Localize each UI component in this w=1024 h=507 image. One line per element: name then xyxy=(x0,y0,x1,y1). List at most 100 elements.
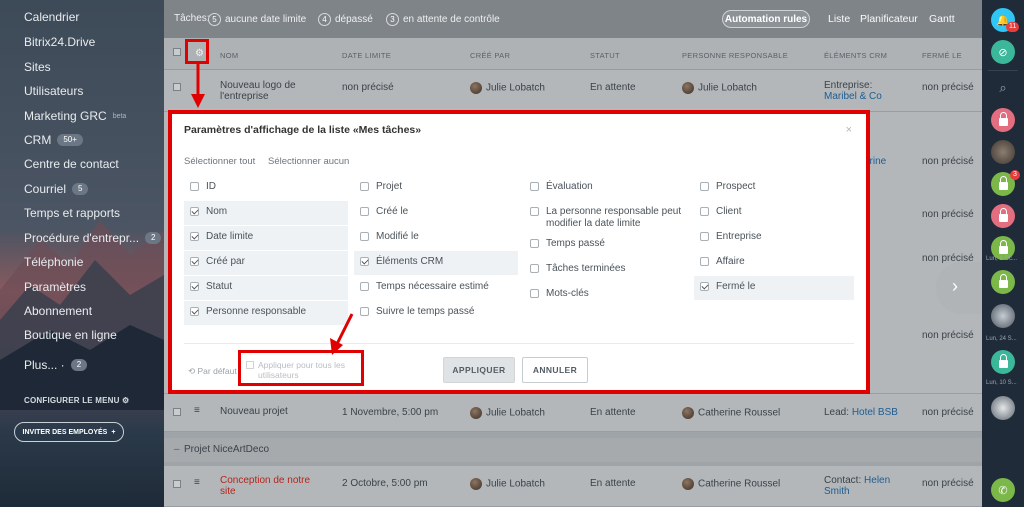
column-option[interactable]: Projet xyxy=(354,176,518,200)
automation-rules-button[interactable]: Automation rules xyxy=(722,10,810,28)
table-row[interactable]: ≡ Conception de notre site 2 Octobre, 5:… xyxy=(164,466,982,507)
search-icon[interactable]: ⌕ xyxy=(991,76,1015,100)
checkbox[interactable] xyxy=(700,207,709,216)
checkbox[interactable] xyxy=(190,182,199,191)
checkbox[interactable] xyxy=(360,307,369,316)
table-row[interactable]: Nouveau logo de l'entreprise non précisé… xyxy=(164,70,982,112)
lock-icon[interactable] xyxy=(991,204,1015,228)
col-header-deadline[interactable]: DATE LIMITE xyxy=(342,51,391,60)
task-responsible[interactable]: Catherine Roussel xyxy=(682,478,780,490)
configure-menu-link[interactable]: CONFIGURER LE MENU ⚙ xyxy=(24,396,129,405)
scroll-right-button[interactable]: › xyxy=(936,262,982,314)
checkbox[interactable] xyxy=(360,282,369,291)
sidebar-item-8[interactable]: Temps et rapports xyxy=(24,206,120,220)
task-crm[interactable]: Entreprise: Maribel & Co xyxy=(824,80,904,102)
checkbox[interactable] xyxy=(190,207,199,216)
col-header-crm[interactable]: ÉLÉMENTS CRM xyxy=(824,51,887,60)
column-option[interactable]: Client xyxy=(694,201,854,225)
col-header-closed[interactable]: FERMÉ LE xyxy=(922,51,962,60)
sidebar-item-6[interactable]: Centre de contact xyxy=(24,157,119,171)
lock-icon[interactable] xyxy=(991,350,1015,374)
status-icon[interactable]: ⊘ xyxy=(991,40,1015,64)
row-checkbox[interactable] xyxy=(173,83,181,91)
sidebar-item-0[interactable]: Calendrier xyxy=(24,10,79,24)
invite-employees-button[interactable]: INVITER DES EMPLOYÉS + xyxy=(14,422,124,442)
col-header-name[interactable]: NOM xyxy=(220,51,238,60)
checkbox[interactable] xyxy=(360,207,369,216)
task-creator[interactable]: Julie Lobatch xyxy=(470,407,545,419)
column-option[interactable]: Créé le xyxy=(354,201,518,225)
lock-icon[interactable] xyxy=(991,270,1015,294)
tab-gantt[interactable]: Gantt xyxy=(929,13,955,25)
task-crm[interactable]: Lead: Hotel BSB xyxy=(824,407,898,418)
column-option[interactable]: Évaluation xyxy=(524,176,688,200)
task-name-link[interactable]: Nouveau projet xyxy=(220,406,288,417)
checkbox[interactable] xyxy=(190,257,199,266)
collapse-icon[interactable]: – xyxy=(174,444,180,455)
column-option[interactable]: Personne responsable xyxy=(184,301,348,325)
sidebar-item-4[interactable]: Marketing GRC beta xyxy=(24,109,126,123)
column-option[interactable]: Suivre le temps passé xyxy=(354,301,518,325)
drag-handle-icon[interactable]: ≡ xyxy=(194,477,200,488)
checkbox[interactable] xyxy=(530,182,539,191)
column-option[interactable]: Modifié le xyxy=(354,226,518,250)
checkbox[interactable] xyxy=(360,257,369,266)
cancel-button[interactable]: ANNULER xyxy=(522,357,588,383)
sidebar-item-2[interactable]: Sites xyxy=(24,60,51,74)
column-option[interactable]: La personne responsable peut modifier la… xyxy=(524,201,688,235)
checkbox[interactable] xyxy=(530,289,539,298)
task-creator[interactable]: Julie Lobatch xyxy=(470,478,545,490)
row-checkbox[interactable] xyxy=(173,480,181,488)
task-responsible[interactable]: Catherine Roussel xyxy=(682,407,780,419)
sidebar-item-9[interactable]: Procédure d'entrepr... 2 xyxy=(24,231,162,245)
column-option[interactable]: Statut xyxy=(184,276,348,300)
task-name-link[interactable]: Conception de notre site xyxy=(220,475,315,497)
column-option[interactable]: Temps passé xyxy=(524,233,688,257)
column-option[interactable]: Prospect xyxy=(694,176,854,200)
sidebar-item-1[interactable]: Bitrix24.Drive xyxy=(24,35,95,49)
checkbox[interactable] xyxy=(190,282,199,291)
filter-no-deadline[interactable]: 5 aucune date limite xyxy=(208,13,306,26)
row-checkbox[interactable] xyxy=(173,408,181,416)
task-responsible[interactable]: Julie Lobatch xyxy=(682,82,757,94)
table-row[interactable]: ≡ Nouveau projet 1 Novembre, 5:00 pm Jul… xyxy=(164,394,982,432)
sidebar-item-7[interactable]: Courriel 5 xyxy=(24,182,89,196)
col-header-status[interactable]: STATUT xyxy=(590,51,620,60)
column-option[interactable]: Fermé le xyxy=(694,276,854,300)
checkbox[interactable] xyxy=(700,182,709,191)
avatar[interactable] xyxy=(991,140,1015,164)
checkbox[interactable] xyxy=(700,232,709,241)
checkbox[interactable] xyxy=(530,239,539,248)
group-row-project[interactable]: – Projet NiceArtDeco xyxy=(164,438,982,462)
column-option[interactable]: Éléments CRM xyxy=(354,251,518,275)
tab-list[interactable]: Liste xyxy=(828,13,850,25)
filter-overdue[interactable]: 4 dépassé xyxy=(318,13,373,26)
sidebar-item-14[interactable]: Plus... · 2 xyxy=(24,358,88,372)
column-option[interactable]: Nom xyxy=(184,201,348,225)
lock-icon[interactable] xyxy=(991,108,1015,132)
checkbox[interactable] xyxy=(700,257,709,266)
task-creator[interactable]: Julie Lobatch xyxy=(470,82,545,94)
column-option[interactable]: Affaire xyxy=(694,251,854,275)
checkbox[interactable] xyxy=(190,307,199,316)
apply-button[interactable]: APPLIQUER xyxy=(443,357,515,383)
avatar[interactable] xyxy=(991,304,1015,328)
drag-handle-icon[interactable]: ≡ xyxy=(194,405,200,416)
checkbox[interactable] xyxy=(700,282,709,291)
sidebar-item-5[interactable]: CRM 50+ xyxy=(24,133,83,147)
reset-default-link[interactable]: ⟲ Par défaut xyxy=(188,366,237,377)
sidebar-item-10[interactable]: Téléphonie xyxy=(24,255,83,269)
checkbox[interactable] xyxy=(530,264,539,273)
avatar[interactable] xyxy=(991,396,1015,420)
task-name-link[interactable]: Nouveau logo de l'entreprise xyxy=(220,80,310,102)
checkbox[interactable] xyxy=(190,232,199,241)
select-all-link[interactable]: Sélectionner tout xyxy=(184,156,255,167)
col-header-creator[interactable]: CRÉÉ PAR xyxy=(470,51,510,60)
column-option[interactable]: Date limite xyxy=(184,226,348,250)
sidebar-item-3[interactable]: Utilisateurs xyxy=(24,84,83,98)
tab-planner[interactable]: Planificateur xyxy=(860,13,918,25)
close-icon[interactable]: × xyxy=(846,124,852,136)
column-option[interactable]: Créé par xyxy=(184,251,348,275)
column-option[interactable]: Entreprise xyxy=(694,226,854,250)
checkbox[interactable] xyxy=(360,182,369,191)
